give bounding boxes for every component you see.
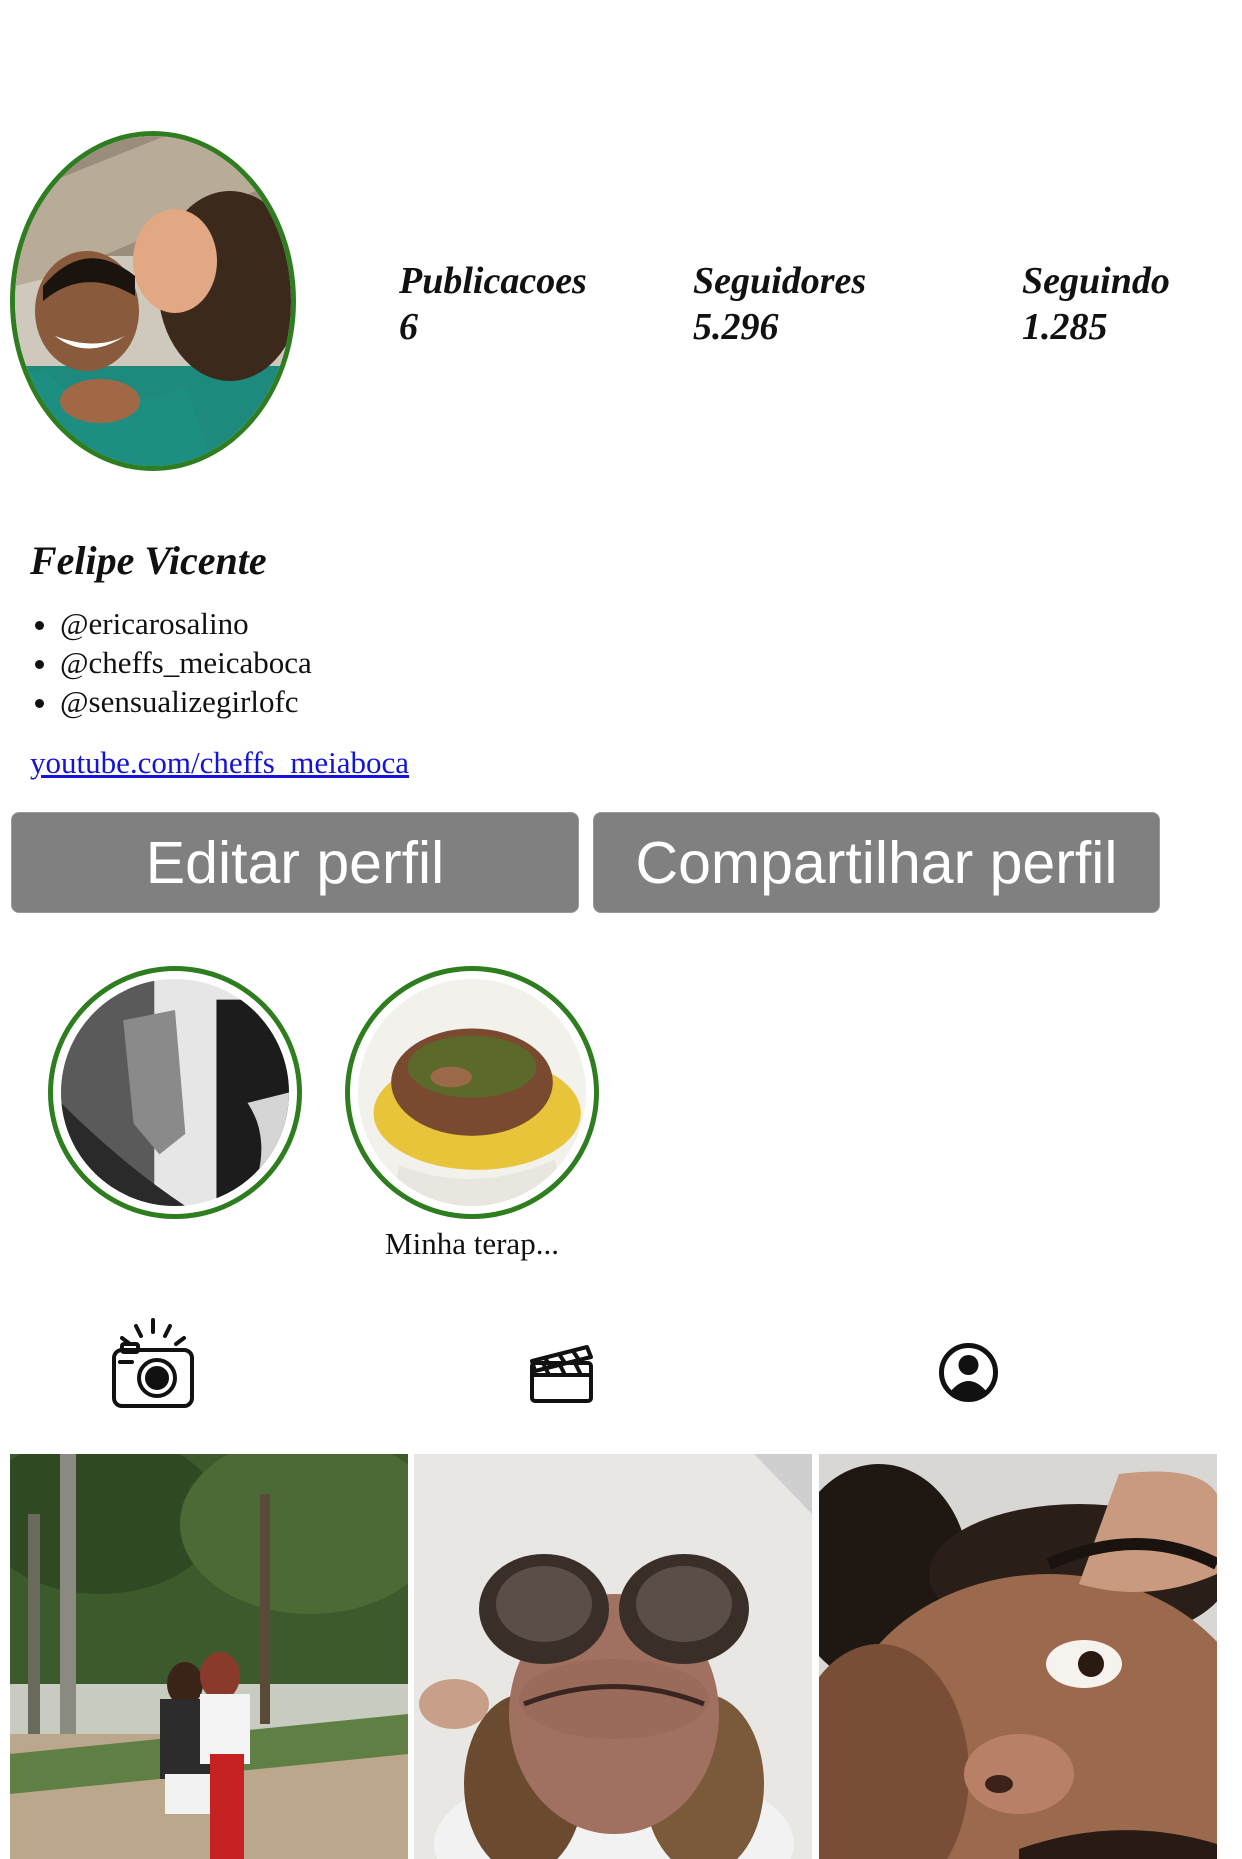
highlight-photo xyxy=(61,979,289,1206)
share-profile-button[interactable]: Compartilhar perfil xyxy=(593,812,1160,913)
post-photo xyxy=(414,1454,812,1859)
stat-following-label: Seguindo xyxy=(1022,260,1170,302)
edit-profile-button[interactable]: Editar perfil xyxy=(11,812,579,913)
user-circle-icon[interactable] xyxy=(938,1342,999,1403)
highlight-label: Minha terap... xyxy=(385,1226,559,1261)
stat-following[interactable]: Seguindo 1.285 xyxy=(1022,258,1170,350)
stat-posts-value: 6 xyxy=(399,306,418,348)
highlight-photo xyxy=(358,979,586,1206)
stat-following-value: 1.285 xyxy=(1022,306,1108,348)
clapperboard-icon[interactable] xyxy=(529,1339,594,1405)
stat-followers-label: Seguidores xyxy=(693,260,867,302)
post-photo xyxy=(10,1454,408,1859)
profile-link[interactable]: youtube.com/cheffs_meiaboca xyxy=(30,745,409,781)
camera-icon[interactable] xyxy=(110,1318,196,1414)
story-highlight-2[interactable] xyxy=(345,966,599,1219)
post-thumbnail-3[interactable] xyxy=(819,1454,1217,1859)
stat-followers-value: 5.296 xyxy=(693,306,779,348)
stat-followers[interactable]: Seguidores 5.296 xyxy=(693,258,866,350)
post-photo xyxy=(819,1454,1217,1859)
mention-item[interactable]: @ericarosalino xyxy=(60,604,312,643)
avatar-photo xyxy=(15,136,291,466)
mention-item[interactable]: @sensualizegirlofc xyxy=(60,682,312,721)
story-highlight-1[interactable] xyxy=(48,966,302,1219)
post-thumbnail-1[interactable] xyxy=(10,1454,408,1859)
stat-posts-label: Publicacoes xyxy=(399,260,587,302)
profile-name: Felipe Vicente xyxy=(30,538,267,583)
bio-mentions: @ericarosalino @cheffs_meicaboca @sensua… xyxy=(30,604,312,721)
stat-posts[interactable]: Publicacoes 6 xyxy=(399,258,587,350)
mention-item[interactable]: @cheffs_meicaboca xyxy=(60,643,312,682)
profile-avatar[interactable] xyxy=(10,131,296,471)
post-thumbnail-2[interactable] xyxy=(414,1454,812,1859)
